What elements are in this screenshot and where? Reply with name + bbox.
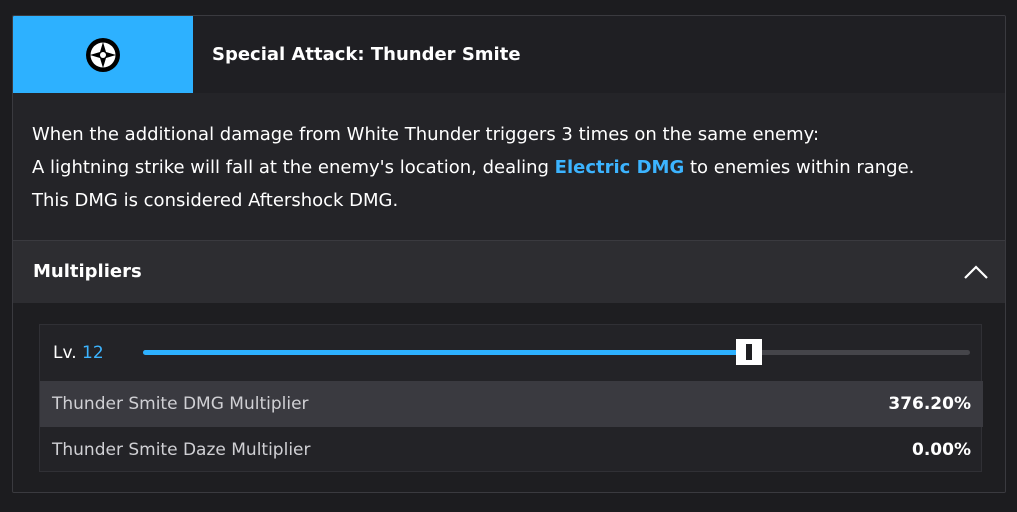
multipliers-panel: Lv. 12 Thunder Smite DMG Multiplier 376.… xyxy=(39,324,983,473)
stat-name: Thunder Smite DMG Multiplier xyxy=(52,394,309,414)
description-line-2-post: to enemies within range. xyxy=(684,157,915,178)
description-line-1: When the additional damage from White Th… xyxy=(32,124,820,145)
stat-value: 0.00% xyxy=(912,440,971,460)
skill-description: When the additional damage from White Th… xyxy=(32,118,982,217)
multipliers-section: Multipliers Lv. 12 Thunder Smite DMG Mul… xyxy=(13,240,1005,492)
level-row: Lv. 12 xyxy=(40,325,983,381)
skill-icon-box xyxy=(13,16,193,93)
stat-row-dmg: Thunder Smite DMG Multiplier 376.20% xyxy=(40,381,983,427)
description-line-2: A lightning strike will fall at the enem… xyxy=(32,151,982,184)
level-label: Lv. 12 xyxy=(53,325,104,381)
multipliers-toggle[interactable]: Multipliers xyxy=(13,241,1005,303)
level-value: 12 xyxy=(82,343,104,363)
level-slider-fill xyxy=(143,350,750,355)
stat-row-daze: Thunder Smite Daze Multiplier 0.00% xyxy=(40,427,983,473)
electric-dmg-highlight: Electric DMG xyxy=(554,157,685,178)
skill-header: Special Attack: Thunder Smite xyxy=(13,16,1005,93)
special-attack-compass-icon xyxy=(86,37,120,72)
level-slider-handle[interactable] xyxy=(736,339,763,365)
chevron-up-icon[interactable] xyxy=(963,260,989,284)
skill-title: Special Attack: Thunder Smite xyxy=(212,44,521,65)
level-prefix: Lv. xyxy=(53,343,77,363)
description-line-3: This DMG is considered Aftershock DMG. xyxy=(32,190,399,211)
level-slider[interactable] xyxy=(143,339,970,365)
description-line-2-pre: A lightning strike will fall at the enem… xyxy=(32,157,555,178)
stat-value: 376.20% xyxy=(888,394,971,414)
stat-name: Thunder Smite Daze Multiplier xyxy=(52,440,311,460)
multipliers-title: Multipliers xyxy=(33,261,142,282)
skill-card: Special Attack: Thunder Smite When the a… xyxy=(12,15,1006,493)
